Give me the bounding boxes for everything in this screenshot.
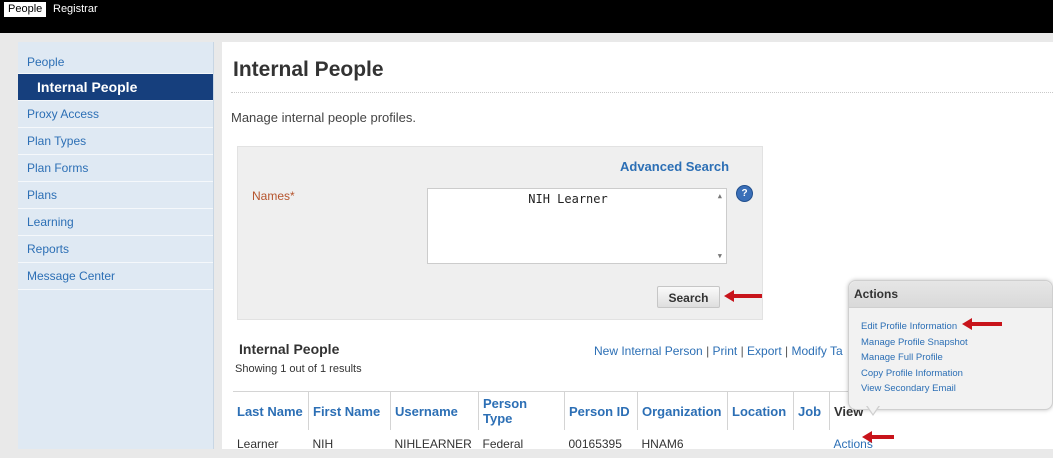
new-internal-person-link[interactable]: New Internal Person <box>594 344 703 358</box>
sidebar-item-message-center[interactable]: Message Center <box>18 263 213 290</box>
print-link[interactable]: Print <box>713 344 738 358</box>
scroll-down-icon[interactable]: ▼ <box>718 252 722 260</box>
sidebar-item-plans[interactable]: Plans <box>18 182 213 209</box>
page-description: Manage internal people profiles. <box>231 110 417 125</box>
cell-job <box>794 430 830 458</box>
col-first-name[interactable]: First Name <box>308 391 391 430</box>
arrow-annotation-actions <box>862 431 894 443</box>
names-value: NIH Learner <box>528 192 608 206</box>
col-last-name[interactable]: Last Name <box>233 391 309 430</box>
cell-username: NIHLEARNER <box>394 437 472 451</box>
results-title: Internal People <box>239 341 340 357</box>
cell-last-name: Learner <box>237 437 279 451</box>
advanced-search-link[interactable]: Advanced Search <box>620 159 729 174</box>
popup-tail-inner <box>867 405 879 414</box>
cell-organization: HNAM6 <box>641 437 684 451</box>
arrow-annotation-search <box>724 290 762 302</box>
menu-item-manage-snapshot[interactable]: Manage Profile Snapshot <box>861 335 1052 351</box>
cell-person-id: 00165395 <box>568 437 622 451</box>
sidebar-item-learning[interactable]: Learning <box>18 209 213 236</box>
tab-registrar[interactable]: Registrar <box>49 2 102 17</box>
sidebar-item-people[interactable]: People <box>18 42 213 74</box>
menu-item-view-secondary-email[interactable]: View Secondary Email <box>861 381 1052 397</box>
actions-popup-title: Actions <box>849 281 1052 308</box>
menu-item-manage-full-profile[interactable]: Manage Full Profile <box>861 350 1052 366</box>
tab-people[interactable]: People <box>4 2 47 17</box>
modify-table-link[interactable]: Modify Ta <box>792 344 843 358</box>
sidebar-item-internal-people[interactable]: Internal People <box>18 74 213 101</box>
sidebar: People Internal People Proxy Access Plan… <box>18 42 214 449</box>
search-panel: Advanced Search Names* NIH Learner ▲ ▼ ?… <box>237 146 763 320</box>
menu-item-copy-profile[interactable]: Copy Profile Information <box>861 366 1052 382</box>
cell-person-type: Federal <box>482 437 524 451</box>
arrow-annotation-edit-profile <box>962 318 1002 330</box>
col-person-id[interactable]: Person ID <box>564 391 638 430</box>
col-location[interactable]: Location <box>727 391 794 430</box>
names-textarea[interactable]: NIH Learner ▲ ▼ <box>427 188 727 264</box>
col-person-type[interactable]: Person Type <box>478 391 565 430</box>
col-job[interactable]: Job <box>793 391 830 430</box>
col-username[interactable]: Username <box>390 391 479 430</box>
sidebar-item-proxy-access[interactable]: Proxy Access <box>18 101 213 128</box>
results-count: Showing 1 out of 1 results <box>235 363 362 375</box>
results-links: New Internal Person | Print | Export | M… <box>594 344 843 358</box>
help-icon[interactable]: ? <box>736 185 753 202</box>
actions-menu: Edit Profile Information Manage Profile … <box>849 308 1052 397</box>
names-label: Names* <box>252 189 295 203</box>
cell-location <box>728 430 794 458</box>
search-button[interactable]: Search <box>657 286 720 308</box>
actions-popup: Actions Edit Profile Information Manage … <box>848 280 1053 410</box>
results-table: Last Name First Name Username Person Typ… <box>233 391 878 458</box>
title-divider <box>231 92 1053 93</box>
table-header-row: Last Name First Name Username Person Typ… <box>233 391 878 430</box>
table-row: Learner NIH NIHLEARNER Federal 00165395 … <box>233 430 878 458</box>
export-link[interactable]: Export <box>747 344 782 358</box>
top-nav-bar: People Registrar <box>0 0 1053 33</box>
sidebar-item-plan-forms[interactable]: Plan Forms <box>18 155 213 182</box>
cell-first-name: NIH <box>312 437 334 451</box>
sidebar-item-reports[interactable]: Reports <box>18 236 213 263</box>
page-title: Internal People <box>233 58 384 81</box>
menu-item-edit-profile[interactable]: Edit Profile Information <box>861 319 1052 335</box>
sidebar-item-plan-types[interactable]: Plan Types <box>18 128 213 155</box>
scroll-up-icon[interactable]: ▲ <box>718 192 722 200</box>
col-organization[interactable]: Organization <box>637 391 728 430</box>
